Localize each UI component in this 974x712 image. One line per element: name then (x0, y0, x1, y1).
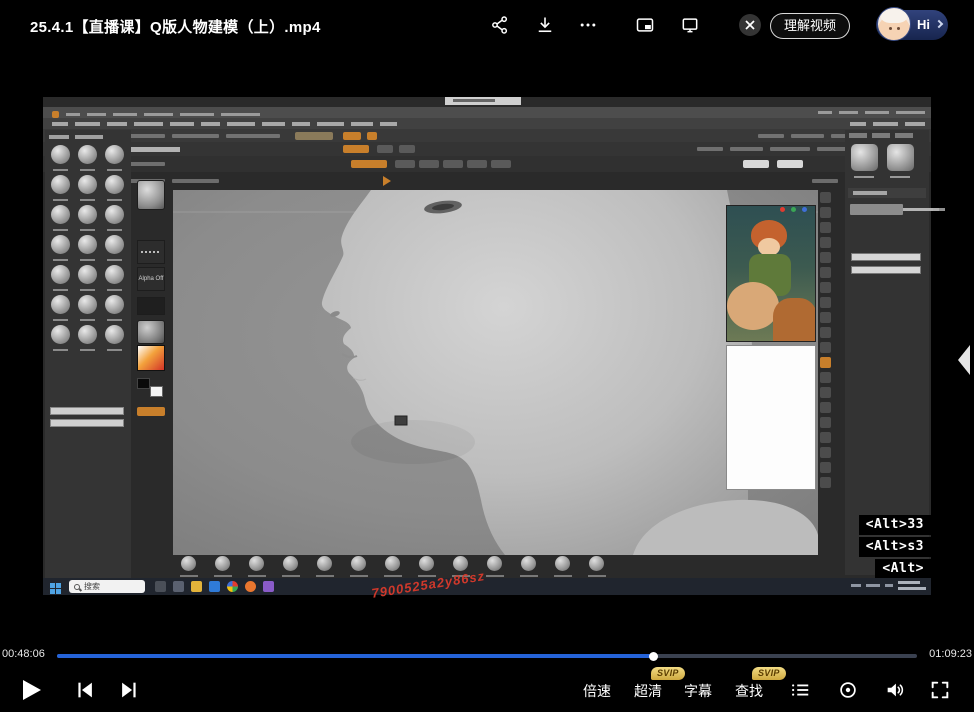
volume-icon[interactable] (883, 678, 907, 702)
quality-svip-badge: SVIP (651, 667, 685, 680)
brush-thumbnails (45, 143, 131, 353)
progress-bar[interactable] (57, 654, 917, 658)
material-selector[interactable] (137, 320, 165, 344)
download-icon[interactable] (532, 12, 558, 38)
sculpt-model (173, 190, 818, 555)
subtool-list (845, 203, 929, 225)
total-time: 01:09:23 (929, 648, 972, 660)
playlist-icon[interactable] (788, 678, 812, 702)
taskbar-clock (898, 581, 926, 590)
record-icon[interactable] (836, 678, 860, 702)
subtitle-button[interactable]: 字幕 (684, 681, 712, 701)
understand-video-button[interactable]: 理解视频 (770, 13, 850, 39)
hotkey-overlay-2: <Alt>s3 (859, 537, 931, 557)
quality-button[interactable]: 超清 (634, 681, 662, 701)
speed-button[interactable]: 倍速 (583, 681, 611, 701)
blank-reference-panel (726, 345, 816, 490)
play-button[interactable] (18, 677, 44, 703)
left-shelf: Alpha Off (135, 175, 169, 455)
color-picker[interactable] (137, 345, 165, 371)
hi-label: Hi (917, 17, 930, 32)
zbrush-toolbar-2 (43, 142, 931, 156)
alpha-selector[interactable]: Alpha Off (137, 267, 165, 291)
assistant-button[interactable]: Hi (876, 10, 948, 40)
video-title: 25.4.1【直播课】Q版人物建模（上）.mp4 (30, 16, 321, 37)
cast-icon[interactable] (677, 12, 703, 38)
fullscreen-icon[interactable] (928, 678, 952, 702)
player: 25.4.1【直播课】Q版人物建模（上）.mp4 理解视频 Hi (0, 0, 974, 712)
subtool-panel (845, 130, 929, 575)
reference-image (726, 205, 816, 342)
zbrush-canvas-header (43, 172, 931, 189)
stroke-selector[interactable] (137, 240, 165, 264)
zbrush-toolbar-3 (43, 156, 931, 172)
progress-knob[interactable] (649, 652, 658, 661)
zbrush-window-tab (445, 97, 521, 105)
chevron-right-icon (935, 20, 943, 28)
canvas-tool-column (819, 192, 832, 492)
hotkey-overlay-3: <Alt> (875, 559, 931, 579)
current-brush-thumb[interactable] (137, 180, 165, 210)
color-swatches[interactable] (137, 378, 165, 400)
share-icon[interactable] (487, 12, 513, 38)
brush-palette (45, 130, 131, 578)
zbrush-toolbar-1 (43, 129, 931, 142)
taskbar-search[interactable]: 搜索 (69, 580, 145, 593)
more-icon[interactable] (575, 12, 601, 38)
reference-color-dots (780, 207, 807, 212)
zbrush-menubar (43, 118, 931, 129)
windows-start-icon[interactable] (50, 581, 61, 599)
avatar (877, 7, 911, 41)
alpha-label: Alpha Off (139, 276, 164, 282)
texture-selector[interactable] (137, 297, 165, 315)
taskbar-app-icons[interactable] (155, 581, 274, 592)
hotkey-overlay-1: <Alt>33 (859, 515, 931, 535)
progress-fill (57, 654, 653, 658)
next-button[interactable] (118, 679, 140, 701)
close-icon[interactable] (739, 14, 761, 36)
zbrush-canvas[interactable] (173, 190, 818, 555)
search-icon (74, 584, 80, 590)
windows-taskbar: 搜索 (43, 578, 931, 595)
current-time: 00:48:06 (2, 648, 45, 660)
edit-toggle[interactable] (137, 407, 165, 416)
find-button[interactable]: 查找 (735, 681, 763, 701)
expand-arrow-icon[interactable] (956, 344, 972, 381)
miniplayer-icon[interactable] (632, 12, 658, 38)
zbrush-titlebar (43, 107, 931, 118)
find-svip-badge: SVIP (752, 667, 786, 680)
taskbar-tray (851, 581, 926, 590)
previous-button[interactable] (74, 679, 96, 701)
video-area[interactable]: Alpha Off <Alt>3 (43, 97, 931, 595)
search-label: 搜索 (84, 583, 100, 591)
subtool-header (848, 188, 926, 198)
brush-quickbar (173, 556, 673, 578)
tool-thumbnails (845, 142, 929, 184)
